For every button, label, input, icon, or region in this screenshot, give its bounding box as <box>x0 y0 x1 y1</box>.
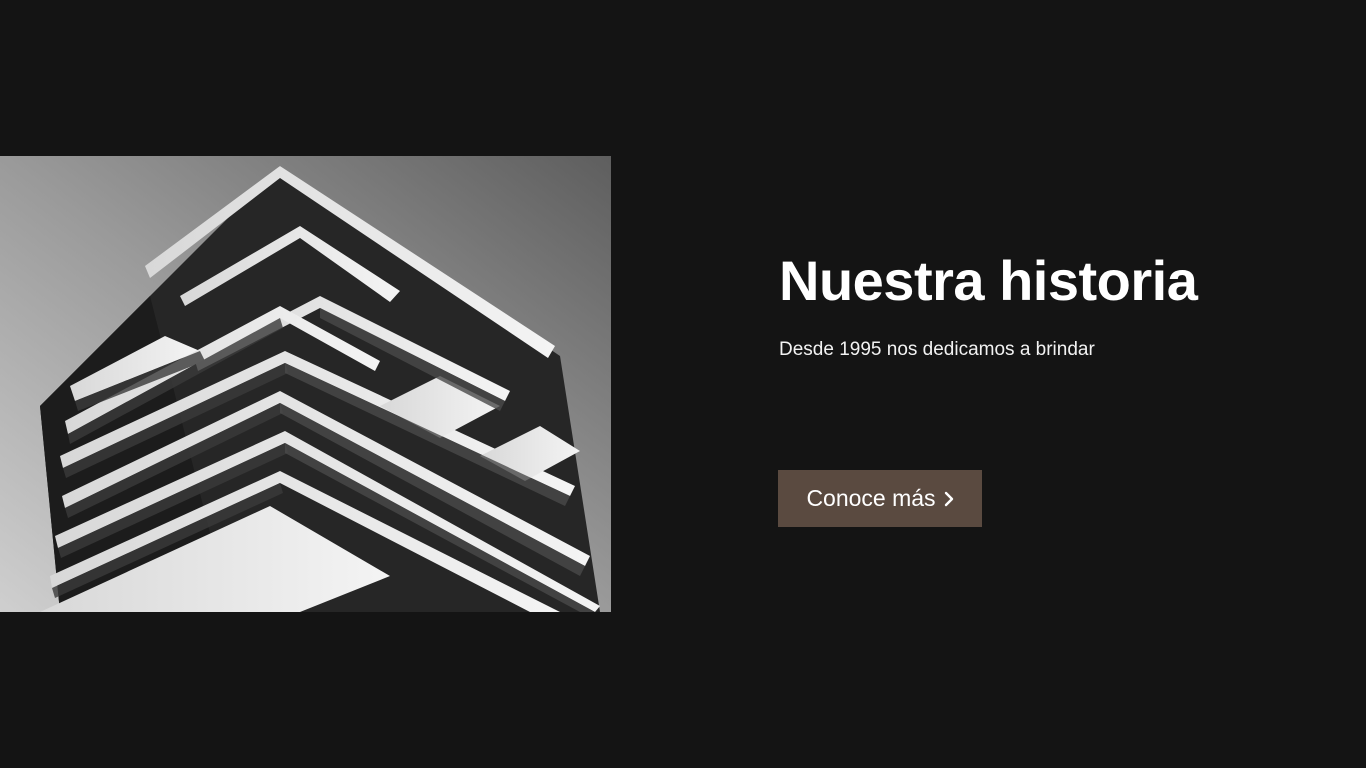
learn-more-button[interactable]: Conoce más <box>778 470 982 527</box>
learn-more-label: Conoce más <box>806 485 936 511</box>
story-content: Nuestra historia Desde 1995 nos dedicamo… <box>779 248 1319 362</box>
story-section: Nuestra historia Desde 1995 nos dedicamo… <box>0 0 1366 768</box>
section-title: Nuestra historia <box>779 249 1198 312</box>
section-subtitle: Desde 1995 nos dedicamos a brindar <box>779 339 1095 360</box>
chevron-right-icon <box>944 491 953 506</box>
building-photo <box>0 156 611 612</box>
